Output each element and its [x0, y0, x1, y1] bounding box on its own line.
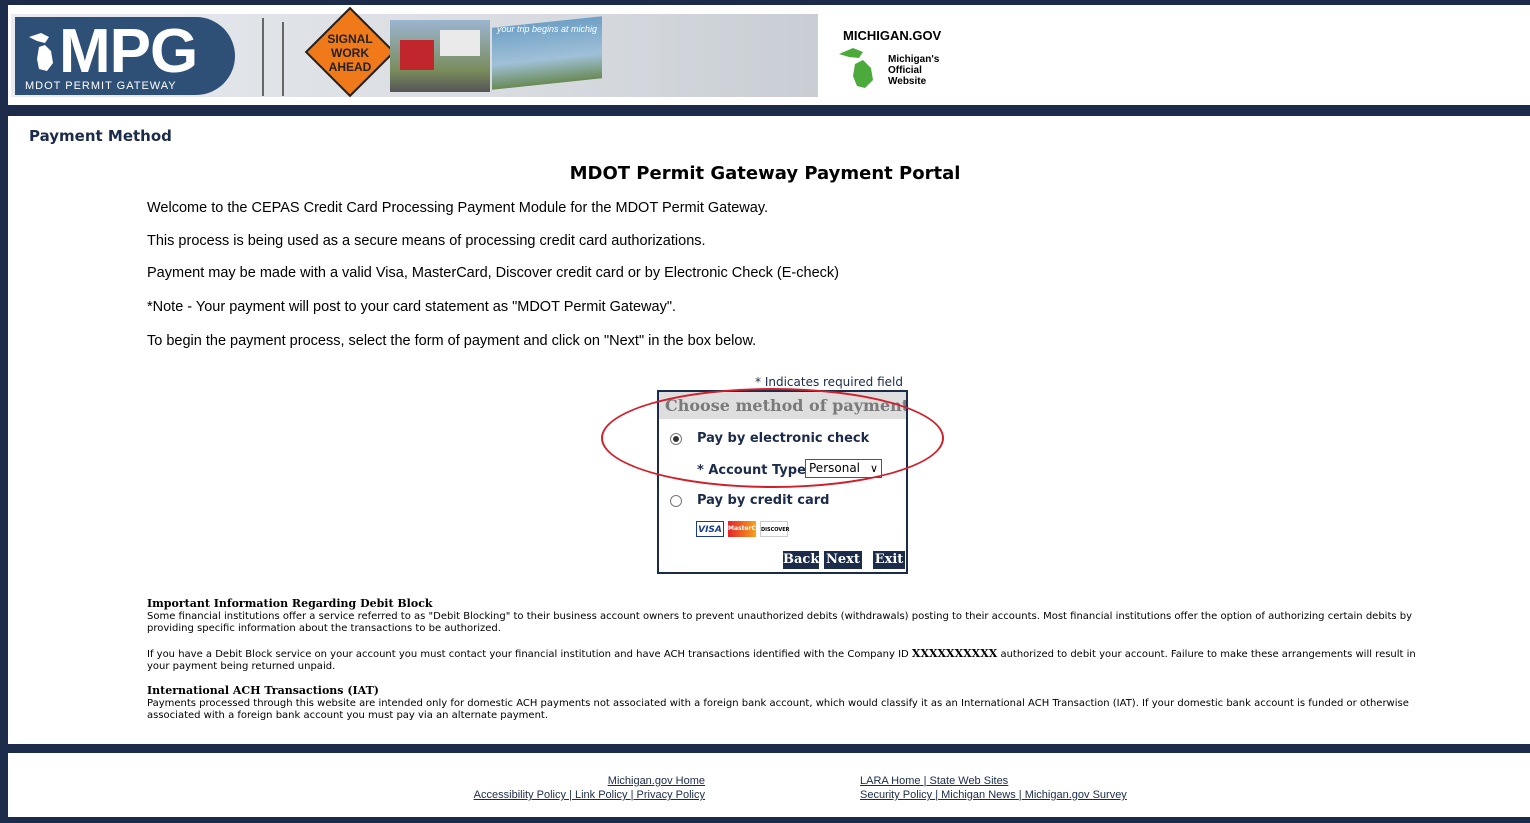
required-field-note: * Indicates required field	[755, 375, 904, 389]
credit-card-radio[interactable]	[670, 495, 682, 507]
page-title: Payment Method	[29, 127, 172, 145]
billboard-text: your trip begins at michig	[497, 24, 598, 34]
footer-link-security[interactable]: Security Policy	[860, 789, 932, 801]
debit-block-title: Important Information Regarding Debit Bl…	[147, 597, 433, 610]
footer-link-link-policy[interactable]: Link Policy	[575, 789, 628, 801]
debit-instructions-part1: If you have a Debit Block service on you…	[147, 649, 912, 660]
account-type-label: * Account Type:	[697, 463, 812, 478]
iat-title: International ACH Transactions (IAT)	[147, 684, 379, 697]
footer-link-lara[interactable]: LARA Home	[860, 775, 921, 787]
portal-title: MDOT Permit Gateway Payment Portal	[569, 163, 961, 184]
intro-line: Welcome to the CEPAS Credit Card Process…	[147, 200, 769, 216]
utility-pole	[282, 22, 284, 96]
intro-line: *Note - Your payment will post to your c…	[147, 299, 677, 315]
footer-links-right: LARA Home | State Web Sites Security Pol…	[860, 775, 1127, 801]
footer-link-news[interactable]: Michigan News	[941, 789, 1016, 801]
debit-block-instructions: If you have a Debit Block service on you…	[147, 648, 1432, 673]
intro-line: This process is being used as a secure m…	[147, 233, 706, 249]
header-divider	[8, 105, 1530, 116]
visa-card-icon: VISA	[696, 521, 724, 537]
chevron-down-icon: ∨	[869, 462, 878, 475]
echeck-radio[interactable]	[670, 433, 682, 445]
payment-box-heading: Choose method of payment	[659, 392, 906, 419]
account-type-value: Personal	[809, 461, 861, 475]
echeck-label[interactable]: Pay by electronic check	[697, 431, 869, 446]
michigan-silhouette-icon	[29, 33, 53, 71]
footer-bottom-border	[8, 817, 1530, 823]
mpg-logo[interactable]: MPG MDOT PERMIT GATEWAY	[15, 17, 235, 95]
account-type-select[interactable]: Personal ∨	[805, 459, 882, 478]
footer-link-state-sites[interactable]: State Web Sites	[930, 775, 1009, 787]
debit-block-text: Some financial institutions offer a serv…	[147, 611, 1413, 634]
payment-method-box: Choose method of payment Pay by electron…	[657, 390, 908, 574]
credit-card-label[interactable]: Pay by credit card	[697, 493, 830, 508]
company-id: XXXXXXXXXX	[911, 647, 998, 660]
michigan-map-icon	[839, 48, 873, 88]
logo-subtitle: MDOT PERMIT GATEWAY	[25, 80, 177, 92]
next-button[interactable]: Next	[824, 551, 862, 569]
discover-card-icon: DISCOVER	[760, 521, 790, 537]
footer-link-privacy[interactable]: Privacy Policy	[637, 789, 705, 801]
footer-links-left: Michigan.gov Home Accessibility Policy |…	[473, 775, 705, 801]
back-button[interactable]: Back	[783, 551, 819, 569]
footer-link-accessibility[interactable]: Accessibility Policy	[474, 789, 566, 801]
michigan-gov-tagline: Michigan's Official Website	[888, 54, 940, 87]
intro-line: Payment may be made with a valid Visa, M…	[147, 265, 839, 281]
debit-block-info: Important Information Regarding Debit Bl…	[147, 598, 1432, 635]
mastercard-card-icon: MasterCard	[728, 521, 767, 537]
footer-link-home[interactable]: Michigan.gov Home	[608, 775, 705, 787]
intro-line: To begin the payment process, select the…	[147, 333, 757, 349]
footer-divider	[8, 744, 1530, 753]
michigan-gov-link[interactable]: MICHIGAN.GOV	[843, 28, 941, 43]
footer-link-survey[interactable]: Michigan.gov Survey	[1025, 789, 1127, 801]
truck-icon	[400, 40, 434, 70]
road-sign-text: SIGNAL WORK AHEAD	[327, 32, 373, 74]
logo-text: MPG	[59, 17, 198, 86]
iat-info: International ACH Transactions (IAT) Pay…	[147, 685, 1432, 722]
iat-text: Payments processed through this website …	[147, 698, 1409, 721]
truck-icon	[440, 30, 480, 56]
left-border	[0, 0, 8, 823]
exit-button[interactable]: Exit	[873, 551, 905, 569]
utility-pole	[262, 18, 264, 96]
